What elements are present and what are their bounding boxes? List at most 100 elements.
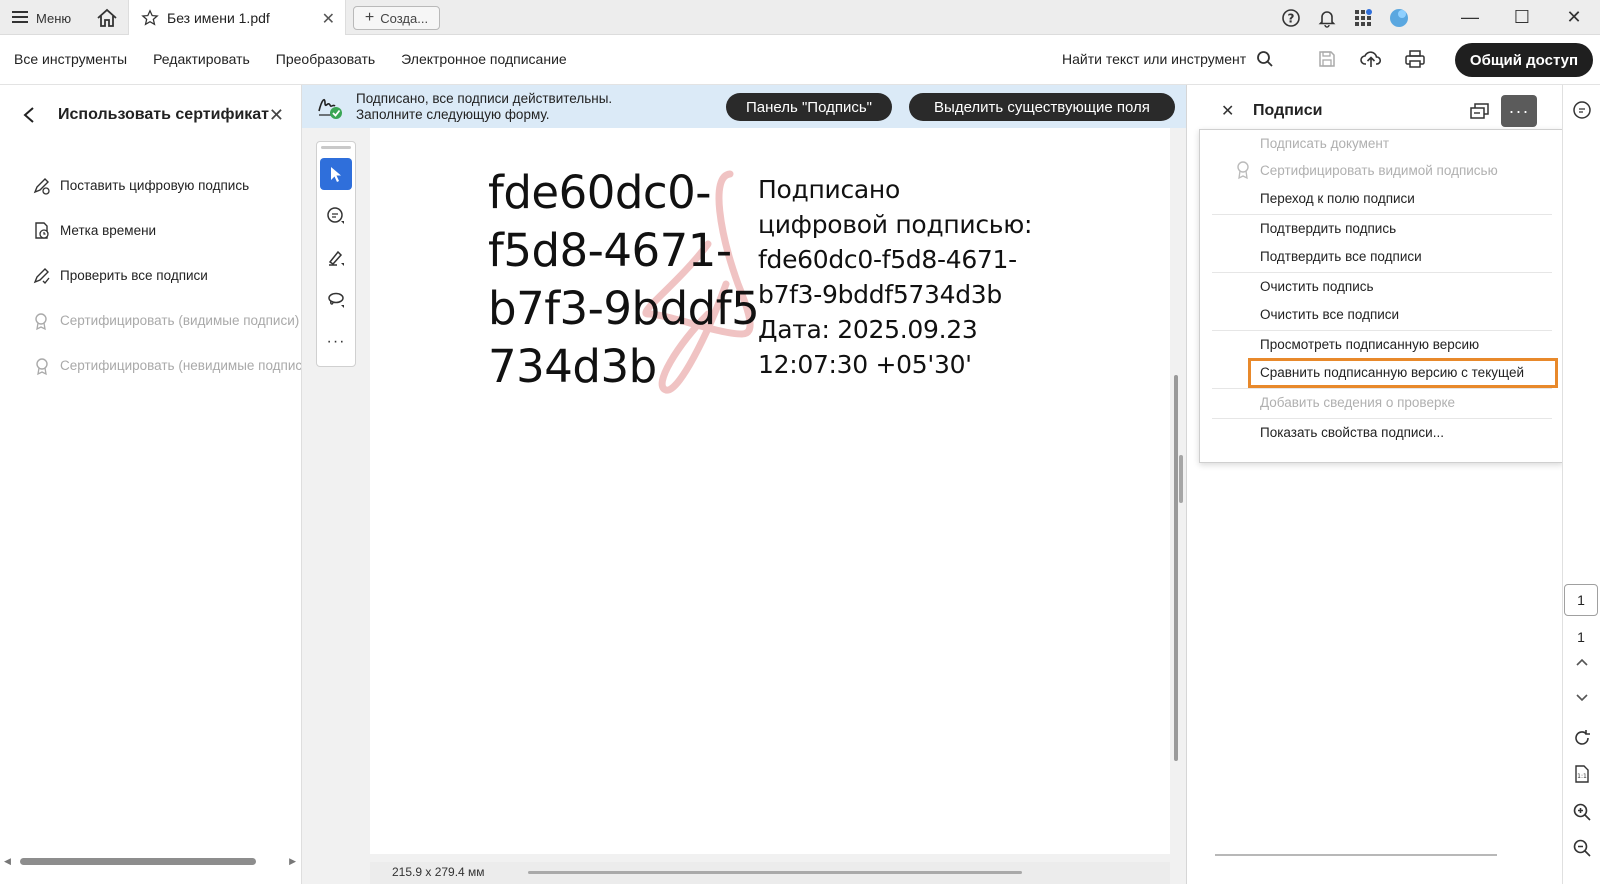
panel-options-icon[interactable] <box>1469 101 1491 124</box>
menu-convert[interactable]: Преобразовать <box>276 51 375 67</box>
tool-verify-all[interactable]: Проверить все подписи <box>32 253 301 298</box>
signature-banner: Подписано, все подписи действительны. За… <box>302 85 1186 128</box>
left-panel-scrollbar[interactable]: ◀ ▶ <box>0 856 301 867</box>
toolbar-grip[interactable] <box>321 146 351 149</box>
document-vertical-scrollbar[interactable] <box>1174 375 1178 761</box>
zoom-out-icon[interactable] <box>1571 837 1593 859</box>
rotate-icon[interactable] <box>1571 727 1593 749</box>
menu-add-verification-info: Добавить сведения о проверке <box>1260 395 1456 410</box>
comment-tool[interactable] <box>320 200 352 232</box>
panel-close-icon[interactable]: ✕ <box>269 105 284 126</box>
document-tab[interactable]: Без имени 1.pdf ✕ <box>128 0 346 35</box>
tool-timestamp[interactable]: Метка времени <box>32 208 301 253</box>
tool-label: Метка времени <box>60 223 157 238</box>
scroll-right-icon[interactable]: ▶ <box>289 856 296 867</box>
new-tab-label: Созда... <box>380 10 429 26</box>
save-icon[interactable] <box>1316 48 1338 70</box>
scroll-left-icon[interactable]: ◀ <box>4 856 11 867</box>
home-icon <box>97 8 117 27</box>
home-button[interactable] <box>94 6 120 30</box>
menu-clear-signature[interactable]: Очистить подпись <box>1260 279 1374 294</box>
scroll-thumb[interactable] <box>20 858 256 865</box>
bell-icon[interactable] <box>1316 7 1338 29</box>
select-tool[interactable] <box>320 158 352 190</box>
menu-button[interactable]: Меню <box>12 7 71 29</box>
signatures-close-icon[interactable]: ✕ <box>1221 101 1234 121</box>
page-total: 1 <box>1577 629 1585 645</box>
panel-resize-handle[interactable] <box>1179 455 1183 503</box>
document-status-bar: 215.9 x 279.4 мм <box>370 862 1170 884</box>
search-icon <box>1257 51 1273 67</box>
tool-certify-visible: Сертифицировать (видимые подписи) <box>32 298 301 343</box>
chevron-up-icon[interactable] <box>1571 651 1593 673</box>
highlight-tool[interactable] <box>320 242 352 274</box>
user-avatar-icon[interactable] <box>1388 7 1410 29</box>
svg-text:1:1: 1:1 <box>1577 773 1587 780</box>
more-options-button[interactable]: ··· <box>1501 95 1537 127</box>
signature-panel-button[interactable]: Панель "Подпись" <box>726 93 892 121</box>
lasso-icon <box>328 292 344 308</box>
highlight-fields-button[interactable]: Выделить существующие поля <box>909 93 1175 121</box>
menu-label: Меню <box>36 10 72 26</box>
more-tools[interactable]: ··· <box>320 326 352 358</box>
new-tab-button[interactable]: + Созда... <box>353 6 440 30</box>
tab-title: Без имени 1.pdf <box>167 9 270 26</box>
tool-digital-sign[interactable]: Поставить цифровую подпись <box>32 163 301 208</box>
signatures-options-menu: Подписать документ Сертифицировать видим… <box>1199 129 1563 463</box>
banner-line-1: Подписано, все подписи действительны. <box>356 91 613 106</box>
fit-page-icon[interactable]: 1:1 <box>1571 763 1593 785</box>
minimize-icon[interactable]: — <box>1444 0 1496 35</box>
hamburger-icon <box>12 10 28 27</box>
pen-icon <box>328 250 344 266</box>
signatures-horizontal-scrollbar[interactable] <box>1215 854 1497 856</box>
menu-e-sign[interactable]: Электронное подписание <box>401 51 567 67</box>
menu-validate-all[interactable]: Подтвердить все подписи <box>1260 249 1422 264</box>
share-button[interactable]: Общий доступ <box>1455 43 1593 77</box>
tool-label: Сертифицировать (невидимые подписи) <box>60 358 302 373</box>
menu-show-properties[interactable]: Показать свойства подписи... <box>1260 425 1444 440</box>
tool-label: Проверить все подписи <box>60 268 208 283</box>
certify-invisible-icon <box>32 356 52 376</box>
signatures-title: Подписи <box>1253 102 1323 119</box>
signature-pen-icon <box>32 176 52 196</box>
search-label: Найти текст или инструмент <box>1062 51 1247 67</box>
cloud-upload-icon[interactable] <box>1360 48 1382 70</box>
menu-sign-document: Подписать документ <box>1260 136 1390 151</box>
back-arrow-icon[interactable] <box>22 106 42 124</box>
help-icon[interactable]: ? <box>1280 7 1302 29</box>
maximize-icon[interactable]: ☐ <box>1496 0 1548 35</box>
page-number-input[interactable]: 1 <box>1564 584 1598 616</box>
tool-certify-invisible: Сертифицировать (невидимые подписи) <box>32 343 302 388</box>
tool-label: Поставить цифровую подпись <box>60 178 250 193</box>
plus-icon: + <box>364 9 375 26</box>
main-toolbar: Все инструменты Редактировать Преобразов… <box>0 35 1600 85</box>
menu-compare-versions[interactable]: Сравнить подписанную версию с текущей <box>1260 365 1524 380</box>
vertical-toolbar: ··· <box>316 141 356 367</box>
certificate-medal-icon <box>1234 160 1252 183</box>
menu-view-signed-version[interactable]: Просмотреть подписанную версию <box>1260 337 1479 352</box>
print-icon[interactable] <box>1404 48 1426 70</box>
tab-close-icon[interactable]: ✕ <box>322 9 335 29</box>
chevron-down-icon[interactable] <box>1571 687 1593 709</box>
menu-go-to-field[interactable]: Переход к полю подписи <box>1260 191 1415 206</box>
menu-certify-visible: Сертифицировать видимой подписью <box>1260 163 1498 178</box>
verify-signature-icon <box>32 266 52 286</box>
pdf-page[interactable]: fde60dc0- f5d8-4671- b7f3-9bddf5 734d3b … <box>370 128 1170 854</box>
apps-grid-icon[interactable] <box>1352 7 1374 29</box>
menu-all-tools[interactable]: Все инструменты <box>14 51 127 67</box>
svg-text:?: ? <box>1288 12 1295 26</box>
lasso-tool[interactable] <box>320 284 352 316</box>
zoom-in-icon[interactable] <box>1571 801 1593 823</box>
comment-panel-icon[interactable] <box>1571 99 1593 121</box>
signature-details: Подписано цифровой подписью: fde60dc0-f5… <box>758 175 1033 379</box>
document-horizontal-scrollbar[interactable] <box>528 871 1022 874</box>
signature-valid-icon <box>316 93 344 124</box>
menu-validate-signature[interactable]: Подтвердить подпись <box>1260 221 1396 236</box>
more-dots-icon: ··· <box>326 333 346 350</box>
cursor-arrow-icon <box>331 167 341 182</box>
menu-edit[interactable]: Редактировать <box>153 51 250 67</box>
window-close-icon[interactable]: ✕ <box>1548 0 1600 35</box>
menu-clear-all[interactable]: Очистить все подписи <box>1260 307 1399 322</box>
tool-search[interactable]: Найти текст или инструмент <box>1062 50 1274 68</box>
star-icon[interactable] <box>141 8 159 27</box>
